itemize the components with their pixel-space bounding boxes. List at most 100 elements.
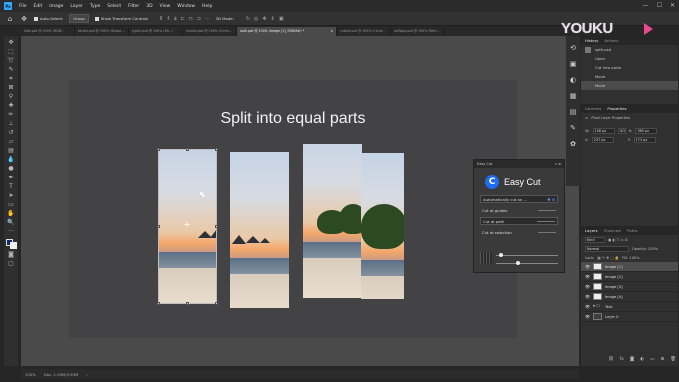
adjustments-panel-icon[interactable]: ◐ xyxy=(569,76,577,84)
image-strip-2[interactable] xyxy=(230,152,289,308)
x-field[interactable]: 237 px xyxy=(591,136,614,143)
visibility-eye-icon[interactable]: 👁 xyxy=(585,294,590,299)
color-swatches[interactable] xyxy=(5,239,17,249)
history-brush-icon[interactable]: ↺ xyxy=(7,129,16,136)
align-middle-icon[interactable]: ⫩ xyxy=(167,16,170,22)
menu-layer[interactable]: Layer xyxy=(70,4,83,9)
close-icon[interactable]: ✕ xyxy=(670,2,675,9)
rows-slider-track[interactable] xyxy=(496,255,558,256)
cut-selection-button[interactable]: Cut at selection xyxy=(480,228,558,236)
shape-tool-icon[interactable]: ▭ xyxy=(7,201,16,208)
auto-select-dropdown[interactable]: Group xyxy=(69,14,89,23)
align-top-icon[interactable]: ⫪ xyxy=(160,16,163,22)
tab-close-icon[interactable]: × xyxy=(330,29,333,34)
align-center-icon[interactable]: ⊓ xyxy=(189,16,193,22)
auto-cut-dropdown[interactable]: Automatically cut on ... ▼ ⚙ xyxy=(480,195,558,203)
3d-drag-icon[interactable]: ✥ xyxy=(262,16,266,22)
eraser-tool-icon[interactable]: ▱ xyxy=(7,138,16,145)
transform-handle[interactable] xyxy=(215,225,218,228)
path-select-icon[interactable]: ➤ xyxy=(7,192,16,199)
maximize-icon[interactable]: ☐ xyxy=(657,2,662,9)
transform-handle[interactable] xyxy=(186,302,189,305)
visibility-eye-icon[interactable]: 👁 xyxy=(585,284,590,289)
home-icon[interactable]: ⌂ xyxy=(6,15,14,23)
type-tool-icon[interactable]: T xyxy=(7,183,16,190)
3d-slide-icon[interactable]: ⇕ xyxy=(271,16,275,22)
rows-slider-knob[interactable] xyxy=(499,253,503,257)
new-layer-icon[interactable]: ⊞ xyxy=(661,357,665,362)
status-arrow-icon[interactable]: › xyxy=(86,372,88,377)
lock-icons[interactable]: ▦ ✎ ✥ ⬚ 🔒 xyxy=(597,256,619,260)
lasso-tool-icon[interactable]: ➰ xyxy=(7,57,16,64)
move-tool-icon[interactable]: ✥ xyxy=(20,15,28,23)
gradient-tool-icon[interactable]: ▤ xyxy=(7,147,16,154)
tab-typen[interactable]: typen.psd @ 100% (AR...) xyxy=(129,27,183,36)
styles-panel-icon[interactable]: ▤ xyxy=(569,108,577,116)
brush-panel-icon[interactable]: ✎ xyxy=(569,124,577,132)
fill-field[interactable]: Fill: 100% xyxy=(622,256,639,260)
image-strip-3[interactable] xyxy=(303,144,362,299)
history-item[interactable]: Open xyxy=(581,54,678,63)
blend-mode-dropdown[interactable]: Normal xyxy=(585,245,629,252)
visibility-eye-icon[interactable]: 👁 xyxy=(585,274,590,279)
tab-channels[interactable]: Channels xyxy=(604,228,622,233)
document-size[interactable]: Doc: 1.09M/3.63M xyxy=(44,372,79,377)
image-strip-4[interactable] xyxy=(361,153,404,299)
transform-handle[interactable] xyxy=(215,148,218,151)
3d-rotate-icon[interactable]: ↻ xyxy=(246,16,250,22)
menu-type[interactable]: Type xyxy=(90,4,100,9)
3d-roll-icon[interactable]: ◎ xyxy=(254,16,258,22)
visibility-eye-icon[interactable]: 👁 xyxy=(585,314,590,319)
tab-layers[interactable]: Layers xyxy=(585,228,598,233)
color-panel-icon[interactable]: ▣ xyxy=(569,60,577,68)
tab-artflags[interactable]: artflags.psd @ 100% (Rect... xyxy=(391,27,445,36)
menu-3d[interactable]: 3D xyxy=(146,4,152,9)
frame-tool-icon[interactable]: ⊠ xyxy=(7,84,16,91)
brush-tool-icon[interactable]: ✏ xyxy=(7,111,16,118)
tab-history[interactable]: History xyxy=(585,38,599,43)
screen-mode-icon[interactable]: ▢ xyxy=(7,260,16,267)
settings-icon[interactable]: ▼ ⚙ xyxy=(547,197,555,202)
tab-actions[interactable]: Actions xyxy=(605,38,619,43)
dodge-tool-icon[interactable]: ● xyxy=(7,165,16,172)
transform-handle[interactable] xyxy=(157,148,160,151)
menu-select[interactable]: Select xyxy=(107,4,121,9)
more-icon[interactable]: ··· xyxy=(205,16,210,22)
3d-scale-icon[interactable]: ▣ xyxy=(279,16,284,22)
columns-slider-knob[interactable] xyxy=(516,261,520,265)
transform-handle[interactable] xyxy=(157,302,160,305)
layer-row[interactable]: 👁 Image [4] xyxy=(581,292,678,302)
crop-tool-icon[interactable]: ⌗ xyxy=(7,75,16,82)
adjustment-layer-icon[interactable]: ◐ xyxy=(640,357,644,362)
tab-events[interactable]: events.psd @ 100% (Circle... xyxy=(183,27,237,36)
columns-slider-track[interactable] xyxy=(496,263,558,264)
auto-select-checkbox[interactable]: Auto-Select: xyxy=(34,16,63,21)
menu-filter[interactable]: Filter xyxy=(128,4,139,9)
blur-tool-icon[interactable]: 💧 xyxy=(7,156,16,163)
width-field[interactable]: 106 px xyxy=(592,127,615,134)
align-bottom-icon[interactable]: ⫫ xyxy=(174,16,177,22)
more-tools-icon[interactable]: ··· xyxy=(7,228,16,235)
transform-handle[interactable] xyxy=(157,225,160,228)
layer-filter-dropdown[interactable]: Kind xyxy=(585,236,605,243)
menu-edit[interactable]: Edit xyxy=(34,4,43,9)
pen-tool-icon[interactable]: ✒ xyxy=(7,174,16,181)
background-color-swatch[interactable] xyxy=(9,242,17,249)
tab-tactile[interactable]: tactile.psd @ 100% (Shape ... xyxy=(75,27,129,36)
menu-window[interactable]: Window xyxy=(177,4,195,9)
tab-libraries[interactable]: Libraries xyxy=(585,106,601,111)
move-tool-icon[interactable]: ✥ xyxy=(7,39,16,46)
tab-split[interactable]: split.psd @ 100% (Image [1], RGB/8#) * × xyxy=(237,27,337,36)
delete-layer-icon[interactable]: 🗑 xyxy=(670,357,676,362)
libraries-panel-icon[interactable]: ▦ xyxy=(569,92,577,100)
align-right-icon[interactable]: ⊐ xyxy=(197,16,201,22)
panel-menu-icon[interactable]: « ≡ xyxy=(555,162,561,166)
minimize-icon[interactable]: — xyxy=(643,2,649,9)
quick-mask-icon[interactable]: ◙ xyxy=(7,251,16,258)
height-field[interactable]: 365 px xyxy=(635,127,658,134)
align-left-icon[interactable]: ⊏ xyxy=(181,16,185,22)
history-panel-icon[interactable]: ⟲ xyxy=(569,44,577,52)
filter-icons[interactable]: ▣ ◐ T ▭ ⊡ xyxy=(608,238,628,242)
menu-help[interactable]: Help xyxy=(202,4,212,9)
transform-handle[interactable] xyxy=(186,148,189,151)
